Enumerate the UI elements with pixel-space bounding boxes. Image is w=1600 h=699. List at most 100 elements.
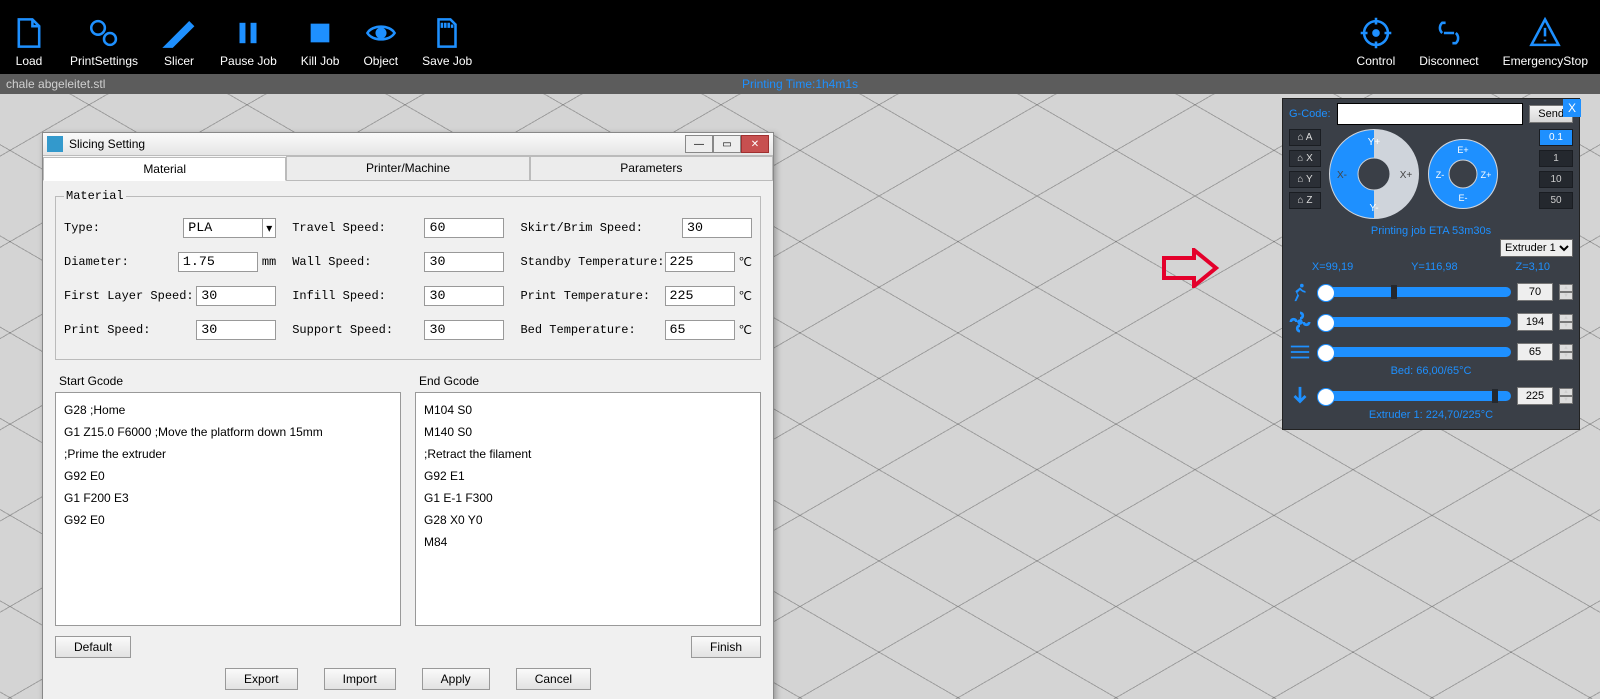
material-legend: Material <box>64 189 126 203</box>
supportspeed-input[interactable] <box>424 320 504 340</box>
savejob-label: Save Job <box>422 54 472 68</box>
jog-yplus: Y+ <box>1368 137 1381 148</box>
step-0.1-button[interactable]: 0.1 <box>1539 129 1573 146</box>
printsettings-label: PrintSettings <box>70 54 138 68</box>
sdcard-icon <box>430 16 464 50</box>
tab-material[interactable]: Material <box>43 157 286 181</box>
gcode-label: G-Code: <box>1289 108 1331 120</box>
stop-icon <box>303 16 337 50</box>
killjob-button[interactable]: Kill Job <box>289 16 352 74</box>
control-label: Control <box>1357 54 1396 68</box>
fan-slider[interactable] <box>1317 317 1511 327</box>
wallspeed-input[interactable] <box>424 252 504 272</box>
step-1-button[interactable]: 1 <box>1539 150 1573 167</box>
import-button[interactable]: Import <box>324 668 396 690</box>
startgcode-textarea[interactable]: G28 ;Home G1 Z15.0 F6000 ;Move the platf… <box>55 392 401 626</box>
skirtbrimspeed-input[interactable] <box>682 218 752 238</box>
savejob-button[interactable]: Save Job <box>410 16 484 74</box>
temp-unit: ℃ <box>739 255 752 270</box>
fan-value[interactable]: 194 <box>1517 313 1553 331</box>
diameter-input[interactable] <box>178 252 258 272</box>
export-button[interactable]: Export <box>225 668 298 690</box>
svg-text:Z+: Z+ <box>1481 170 1492 180</box>
extruder-select[interactable]: Extruder 1 <box>1500 239 1573 257</box>
printspeed-label: Print Speed: <box>64 323 150 337</box>
travelspeed-label: Travel Speed: <box>292 221 386 235</box>
dialog-titlebar[interactable]: Slicing Setting — ▭ ✕ <box>43 133 773 156</box>
extruder-value[interactable]: 225 <box>1517 387 1553 405</box>
fan-stepper[interactable]: ▲▼ <box>1559 314 1573 330</box>
gears-icon <box>87 16 121 50</box>
bed-stepper[interactable]: ▲▼ <box>1559 344 1573 360</box>
printsettings-button[interactable]: PrintSettings <box>58 16 150 74</box>
close-button[interactable]: ✕ <box>741 135 769 153</box>
chevron-down-icon[interactable]: ▾ <box>263 218 276 238</box>
gcode-input[interactable] <box>1337 103 1524 125</box>
home-z-button[interactable]: ⌂ Z <box>1289 192 1321 209</box>
pause-icon <box>231 16 265 50</box>
speed-slider[interactable] <box>1317 287 1511 297</box>
coord-x: X=99,19 <box>1312 261 1353 273</box>
tab-printer[interactable]: Printer/Machine <box>286 156 529 180</box>
slicer-label: Slicer <box>164 54 194 68</box>
svg-text:X-: X- <box>1337 170 1347 181</box>
printspeed-input[interactable] <box>196 320 276 340</box>
apply-button[interactable]: Apply <box>422 668 490 690</box>
endgcode-label: End Gcode <box>419 374 761 388</box>
knife-icon <box>162 16 196 50</box>
endgcode-textarea[interactable]: M104 S0 M140 S0 ;Retract the filament G9… <box>415 392 761 626</box>
disconnect-label: Disconnect <box>1419 54 1478 68</box>
bed-icon <box>1289 341 1311 363</box>
svg-text:X+: X+ <box>1400 170 1413 181</box>
file-strip: chale abgeleitet.stl Printing Time:1h4m1… <box>0 74 1600 94</box>
home-all-button[interactable]: ⌂ A <box>1289 129 1321 146</box>
maximize-button[interactable]: ▭ <box>713 135 741 153</box>
home-y-button[interactable]: ⌂ Y <box>1289 171 1321 188</box>
minimize-button[interactable]: — <box>685 135 713 153</box>
travelspeed-input[interactable] <box>424 218 504 238</box>
link-icon <box>1432 16 1466 50</box>
emergencystop-label: EmergencyStop <box>1503 54 1588 68</box>
pausejob-button[interactable]: Pause Job <box>208 16 289 74</box>
bedtemp-input[interactable] <box>665 320 735 340</box>
coord-y: Y=116,98 <box>1411 261 1458 273</box>
bed-slider[interactable] <box>1317 347 1511 357</box>
slicer-button[interactable]: Slicer <box>150 16 208 74</box>
load-button[interactable]: Load <box>0 16 58 74</box>
firstlayerspeed-input[interactable] <box>196 286 276 306</box>
object-label: Object <box>363 54 398 68</box>
speed-stepper[interactable]: ▲▼ <box>1559 284 1573 300</box>
control-button[interactable]: Control <box>1345 16 1408 74</box>
extruder-slider-row: 225 ▲▼ <box>1283 381 1579 411</box>
type-select[interactable] <box>183 218 263 238</box>
emergencystop-button[interactable]: EmergencyStop <box>1491 16 1600 74</box>
cancel-button[interactable]: Cancel <box>516 668 591 690</box>
home-x-button[interactable]: ⌂ X <box>1289 150 1321 167</box>
eta-label: Printing job ETA 53m30s <box>1283 223 1579 239</box>
default-button[interactable]: Default <box>55 636 131 658</box>
standbytemp-input[interactable] <box>665 252 735 272</box>
bed-slider-row: 65 ▲▼ <box>1283 337 1579 367</box>
dialog-tabs: Material Printer/Machine Parameters <box>43 156 773 181</box>
ze-jog-wheel[interactable]: E+ E- Z- Z+ <box>1427 129 1499 219</box>
object-button[interactable]: Object <box>351 16 410 74</box>
xy-jog-wheel[interactable]: Y+ Y- X- X+ <box>1329 129 1419 219</box>
infillspeed-input[interactable] <box>424 286 504 306</box>
bed-value[interactable]: 65 <box>1517 343 1553 361</box>
file-icon <box>12 16 46 50</box>
dialog-title: Slicing Setting <box>69 137 145 151</box>
type-label: Type: <box>64 221 100 235</box>
panel-close-button[interactable]: X <box>1563 99 1581 117</box>
disconnect-button[interactable]: Disconnect <box>1407 16 1490 74</box>
step-50-button[interactable]: 50 <box>1539 192 1573 209</box>
svg-text:E+: E+ <box>1457 145 1468 155</box>
tab-parameters[interactable]: Parameters <box>530 156 773 180</box>
step-10-button[interactable]: 10 <box>1539 171 1573 188</box>
extruder-slider[interactable] <box>1317 391 1511 401</box>
printtemp-input[interactable] <box>665 286 735 306</box>
finish-button[interactable]: Finish <box>691 636 761 658</box>
speed-value[interactable]: 70 <box>1517 283 1553 301</box>
extruder-stepper[interactable]: ▲▼ <box>1559 388 1573 404</box>
svg-text:Y-: Y- <box>1369 203 1378 214</box>
target-icon <box>1359 16 1393 50</box>
